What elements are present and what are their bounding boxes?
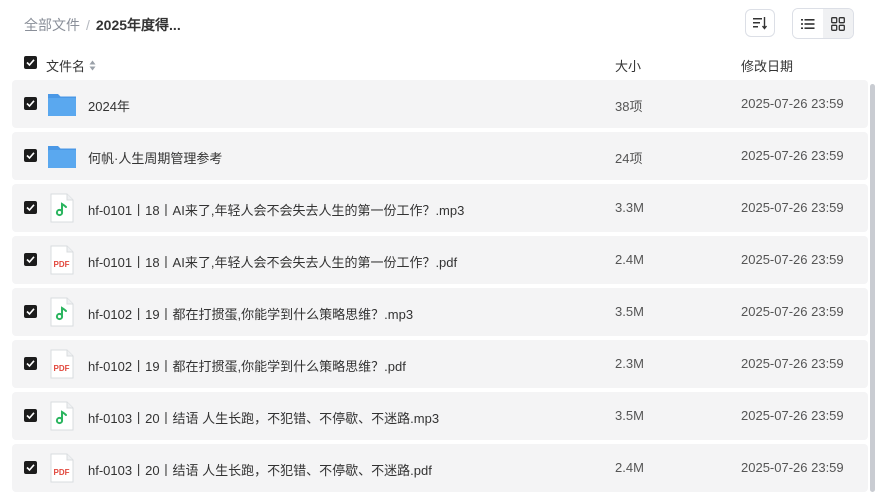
file-date: 2025-07-26 23:59 — [741, 148, 844, 163]
check-icon — [26, 100, 35, 108]
breadcrumb: 全部文件 / 2025年度得... — [24, 15, 181, 35]
file-size: 3.3M — [615, 200, 644, 215]
table-row[interactable]: PDF hf-0103丨20丨结语 人生长跑，不犯错、不停歇、不迷路.pdf 2… — [12, 444, 868, 492]
file-size: 38项 — [615, 99, 643, 114]
grid-view-button[interactable] — [823, 9, 853, 38]
file-size: 24项 — [615, 151, 643, 166]
file-date: 2025-07-26 23:59 — [741, 460, 844, 475]
sort-icon — [753, 17, 768, 30]
pdf-icon: PDF — [50, 453, 74, 483]
select-all-checkbox[interactable] — [24, 56, 37, 69]
breadcrumb-root[interactable]: 全部文件 — [24, 15, 80, 35]
sort-arrows-icon — [89, 60, 96, 71]
table-header: 文件名 大小 修改日期 — [12, 52, 868, 76]
breadcrumb-separator: / — [86, 17, 90, 33]
view-toggle — [792, 8, 854, 39]
file-name[interactable]: hf-0103丨20丨结语 人生长跑，不犯错、不停歇、不迷路.mp3 — [88, 408, 439, 427]
music-note-icon — [50, 401, 74, 431]
list-view-icon — [801, 18, 815, 29]
row-checkbox[interactable] — [24, 97, 37, 110]
file-size: 3.5M — [615, 408, 644, 423]
file-size: 2.4M — [615, 252, 644, 267]
check-icon — [26, 256, 35, 264]
file-list: 2024年 38项 2025-07-26 23:59 何帆·人生周期管理参考 2… — [12, 80, 868, 496]
row-checkbox[interactable] — [24, 149, 37, 162]
music-note-icon — [50, 297, 74, 327]
file-name[interactable]: hf-0102丨19丨都在打掼蛋,你能学到什么策略思维？.pdf — [88, 356, 406, 375]
row-checkbox[interactable] — [24, 461, 37, 474]
scrollbar[interactable] — [870, 84, 875, 492]
check-icon — [26, 464, 35, 472]
file-date: 2025-07-26 23:59 — [741, 304, 844, 319]
check-icon — [26, 308, 35, 316]
row-checkbox[interactable] — [24, 201, 37, 214]
list-view-button[interactable] — [793, 9, 823, 38]
pdf-icon: PDF — [50, 245, 74, 275]
grid-view-icon — [831, 16, 845, 31]
table-row[interactable]: PDF hf-0102丨19丨都在打掼蛋,你能学到什么策略思维？.pdf 2.3… — [12, 340, 868, 388]
name-column-label: 文件名 — [46, 59, 86, 74]
table-row[interactable]: PDF hf-0101丨18丨AI来了,年轻人会不会失去人生的第一份工作？.pd… — [12, 236, 868, 284]
pdf-icon-label: PDF — [54, 260, 70, 269]
file-name[interactable]: hf-0102丨19丨都在打掼蛋,你能学到什么策略思维？.mp3 — [88, 304, 413, 323]
check-icon — [26, 360, 35, 368]
row-checkbox[interactable] — [24, 357, 37, 370]
table-row[interactable]: hf-0101丨18丨AI来了,年轻人会不会失去人生的第一份工作？.mp3 3.… — [12, 184, 868, 232]
file-date: 2025-07-26 23:59 — [741, 252, 844, 267]
check-icon — [26, 152, 35, 160]
file-name[interactable]: hf-0103丨20丨结语 人生长跑，不犯错、不停歇、不迷路.pdf — [88, 460, 432, 479]
row-checkbox[interactable] — [24, 409, 37, 422]
size-column-header[interactable]: 大小 — [615, 56, 641, 75]
music-note-icon — [50, 193, 74, 223]
name-column-header[interactable]: 文件名 — [46, 56, 96, 75]
folder-icon — [48, 94, 76, 116]
table-row[interactable]: hf-0103丨20丨结语 人生长跑，不犯错、不停歇、不迷路.mp3 3.5M … — [12, 392, 868, 440]
file-date: 2025-07-26 23:59 — [741, 408, 844, 423]
check-icon — [26, 59, 35, 67]
table-row[interactable]: 2024年 38项 2025-07-26 23:59 — [12, 80, 868, 128]
file-name[interactable]: 何帆·人生周期管理参考 — [88, 148, 222, 167]
file-name[interactable]: 2024年 — [88, 96, 130, 115]
file-date: 2025-07-26 23:59 — [741, 200, 844, 215]
pdf-icon: PDF — [50, 349, 74, 379]
check-icon — [26, 204, 35, 212]
pdf-icon-label: PDF — [54, 364, 70, 373]
file-size: 2.4M — [615, 460, 644, 475]
file-date: 2025-07-26 23:59 — [741, 356, 844, 371]
top-bar: 全部文件 / 2025年度得... — [0, 0, 878, 48]
file-name[interactable]: hf-0101丨18丨AI来了,年轻人会不会失去人生的第一份工作？.pdf — [88, 252, 457, 271]
file-date: 2025-07-26 23:59 — [741, 96, 844, 111]
table-row[interactable]: hf-0102丨19丨都在打掼蛋,你能学到什么策略思维？.mp3 3.5M 20… — [12, 288, 868, 336]
file-name[interactable]: hf-0101丨18丨AI来了,年轻人会不会失去人生的第一份工作？.mp3 — [88, 200, 464, 219]
table-row[interactable]: 何帆·人生周期管理参考 24项 2025-07-26 23:59 — [12, 132, 868, 180]
pdf-icon-label: PDF — [54, 468, 70, 477]
breadcrumb-current: 2025年度得... — [95, 17, 181, 33]
sort-button[interactable] — [745, 9, 775, 37]
file-size: 3.5M — [615, 304, 644, 319]
folder-icon — [48, 146, 76, 168]
check-icon — [26, 412, 35, 420]
row-checkbox[interactable] — [24, 253, 37, 266]
date-column-header[interactable]: 修改日期 — [741, 56, 793, 75]
row-checkbox[interactable] — [24, 305, 37, 318]
file-size: 2.3M — [615, 356, 644, 371]
